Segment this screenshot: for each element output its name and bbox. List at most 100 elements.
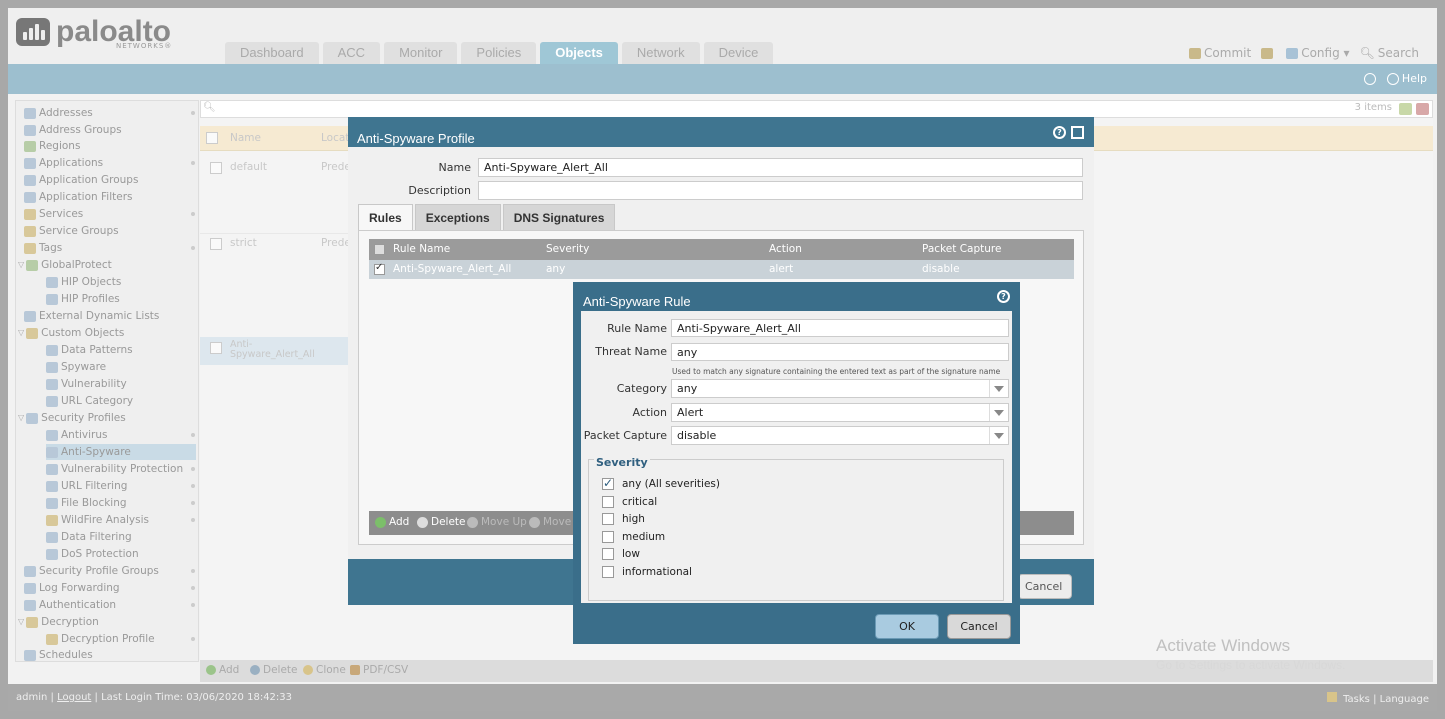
sidebar-item-data-filtering[interactable]: Data Filtering xyxy=(46,529,132,545)
clone-button[interactable]: Clone xyxy=(303,664,346,676)
sidebar-item-security-profile-groups[interactable]: Security Profile Groups xyxy=(24,563,159,579)
sidebar-item-decryption[interactable]: ▽ Decryption xyxy=(18,614,99,630)
tab-monitor[interactable]: Monitor xyxy=(384,42,458,64)
row-checkbox[interactable] xyxy=(374,262,385,275)
sidebar-item-url-category[interactable]: URL Category xyxy=(46,393,133,409)
filter-input[interactable]: 🔍︎ 3 items xyxy=(200,100,1433,118)
severity-option-informational[interactable]: informational xyxy=(602,565,692,579)
add-button[interactable]: Add xyxy=(206,664,239,676)
row-checkbox[interactable] xyxy=(210,162,222,174)
severity-option-critical[interactable]: critical xyxy=(602,495,657,509)
sidebar-item-regions[interactable]: Regions xyxy=(24,138,80,154)
sidebar-item-hip-objects[interactable]: HIP Objects xyxy=(46,274,121,290)
sidebar-item-application-groups[interactable]: Application Groups xyxy=(24,172,138,188)
chevron-down-icon[interactable] xyxy=(989,404,1008,421)
tab-exceptions[interactable]: Exceptions xyxy=(414,204,501,230)
column-header-action[interactable]: Action xyxy=(769,243,802,255)
sidebar-item-anti-spyware[interactable]: Anti-Spyware xyxy=(46,444,196,460)
sidebar-item-external-dynamic-lists[interactable]: External Dynamic Lists xyxy=(24,308,159,324)
table-row[interactable]: Anti-Spyware_Alert_All xyxy=(200,337,350,365)
sidebar-item-vulnerability-protection[interactable]: Vulnerability Protection xyxy=(46,461,183,477)
sidebar-item-wildfire-analysis[interactable]: WildFire Analysis xyxy=(46,512,149,528)
profile-description-input[interactable] xyxy=(478,181,1083,200)
sidebar-item-log-forwarding[interactable]: Log Forwarding xyxy=(24,580,120,596)
severity-checkbox[interactable] xyxy=(602,513,614,525)
severity-checkbox[interactable] xyxy=(602,548,614,560)
help-icon[interactable] xyxy=(1386,72,1399,85)
sidebar-item-url-filtering[interactable]: URL Filtering xyxy=(46,478,127,494)
tab-network[interactable]: Network xyxy=(621,42,700,64)
move-up-button[interactable]: Move Up xyxy=(467,516,527,528)
severity-checkbox[interactable] xyxy=(602,496,614,508)
severity-option-any[interactable]: any (All severities) xyxy=(602,476,720,491)
sidebar-item-application-filters[interactable]: Application Filters xyxy=(24,189,132,205)
column-header-name[interactable]: Name xyxy=(230,132,261,144)
threat-name-input[interactable]: any xyxy=(671,343,1009,361)
tab-dns-signatures[interactable]: DNS Signatures xyxy=(502,204,616,230)
ok-button[interactable]: OK xyxy=(875,614,939,639)
sidebar-item-vulnerability[interactable]: Vulnerability xyxy=(46,376,127,392)
tab-device[interactable]: Device xyxy=(703,42,774,64)
row-checkbox[interactable] xyxy=(210,342,222,354)
expand-icon[interactable]: ▽ xyxy=(18,325,24,341)
sidebar-item-antivirus[interactable]: Antivirus xyxy=(46,427,107,443)
severity-checkbox[interactable] xyxy=(602,531,614,543)
sidebar-item-authentication[interactable]: Authentication xyxy=(24,597,116,613)
config-button[interactable]: Config ▾ xyxy=(1286,46,1350,60)
commit-button[interactable]: Commit xyxy=(1189,46,1251,60)
expand-icon[interactable]: ▽ xyxy=(18,410,24,426)
delete-button[interactable]: Delete xyxy=(250,664,298,676)
severity-checkbox[interactable] xyxy=(602,566,614,578)
apply-filter-icon[interactable] xyxy=(1399,103,1412,115)
sidebar-item-data-patterns[interactable]: Data Patterns xyxy=(46,342,133,358)
sidebar-item-tags[interactable]: Tags xyxy=(24,240,62,256)
sidebar-item-addresses[interactable]: Addresses xyxy=(24,105,93,121)
severity-option-high[interactable]: high xyxy=(602,512,645,526)
packet-capture-select[interactable]: disable xyxy=(671,426,1009,445)
tab-acc[interactable]: ACC xyxy=(322,42,381,64)
sidebar-item-dos-protection[interactable]: DoS Protection xyxy=(46,546,139,562)
sidebar-item-address-groups[interactable]: Address Groups xyxy=(24,122,122,138)
lock-button[interactable] xyxy=(1261,46,1276,60)
tab-rules[interactable]: Rules xyxy=(358,204,413,230)
sidebar-item-spyware[interactable]: Spyware xyxy=(46,359,106,375)
sidebar-item-applications[interactable]: Applications xyxy=(24,155,103,171)
table-row[interactable]: Anti-Spyware_Alert_All any alert disable xyxy=(369,260,1074,279)
help-icon[interactable]: ? xyxy=(991,290,1010,303)
action-select[interactable]: Alert xyxy=(671,403,1009,422)
logout-link[interactable]: Logout xyxy=(57,692,91,703)
rule-name-input[interactable]: Anti-Spyware_Alert_All xyxy=(671,319,1009,337)
help-icon[interactable]: ? xyxy=(1053,126,1066,139)
profile-name-input[interactable]: Anti-Spyware_Alert_All xyxy=(478,158,1083,177)
tab-objects[interactable]: Objects xyxy=(540,42,618,64)
column-header-packet-capture[interactable]: Packet Capture xyxy=(922,243,1001,255)
sidebar-item-file-blocking[interactable]: File Blocking xyxy=(46,495,127,511)
column-header-severity[interactable]: Severity xyxy=(546,243,589,255)
profile-cancel-button[interactable]: Cancel xyxy=(1018,574,1072,599)
category-select[interactable]: any xyxy=(671,379,1009,398)
select-all-checkbox[interactable] xyxy=(206,132,218,144)
clear-filter-icon[interactable] xyxy=(1416,103,1429,115)
chevron-down-icon[interactable] xyxy=(989,427,1008,444)
refresh-icon[interactable] xyxy=(1363,72,1376,85)
chevron-down-icon[interactable] xyxy=(989,380,1008,397)
expand-icon[interactable]: ▽ xyxy=(18,257,24,273)
sidebar-item-schedules[interactable]: Schedules xyxy=(24,647,93,663)
severity-checkbox[interactable] xyxy=(602,476,614,490)
severity-option-medium[interactable]: medium xyxy=(602,530,665,544)
sidebar-item-service-groups[interactable]: Service Groups xyxy=(24,223,119,239)
severity-option-low[interactable]: low xyxy=(602,547,640,561)
sidebar-item-services[interactable]: Services xyxy=(24,206,83,222)
tab-dashboard[interactable]: Dashboard xyxy=(225,42,319,64)
add-rule-button[interactable]: Add xyxy=(375,516,409,528)
row-checkbox[interactable] xyxy=(210,238,222,250)
sidebar-item-custom-objects[interactable]: ▽ Custom Objects xyxy=(18,325,124,341)
expand-icon[interactable]: ▽ xyxy=(18,614,24,630)
export-pdf-csv-button[interactable]: PDF/CSV xyxy=(350,664,408,676)
tasks-link[interactable]: Tasks xyxy=(1343,694,1370,705)
select-all-checkbox[interactable] xyxy=(374,244,385,255)
sidebar-item-decryption-profile[interactable]: Decryption Profile xyxy=(46,631,155,647)
sidebar-item-globalprotect[interactable]: ▽ GlobalProtect xyxy=(18,257,112,273)
tab-policies[interactable]: Policies xyxy=(461,42,537,64)
minimize-icon[interactable] xyxy=(1071,126,1084,139)
